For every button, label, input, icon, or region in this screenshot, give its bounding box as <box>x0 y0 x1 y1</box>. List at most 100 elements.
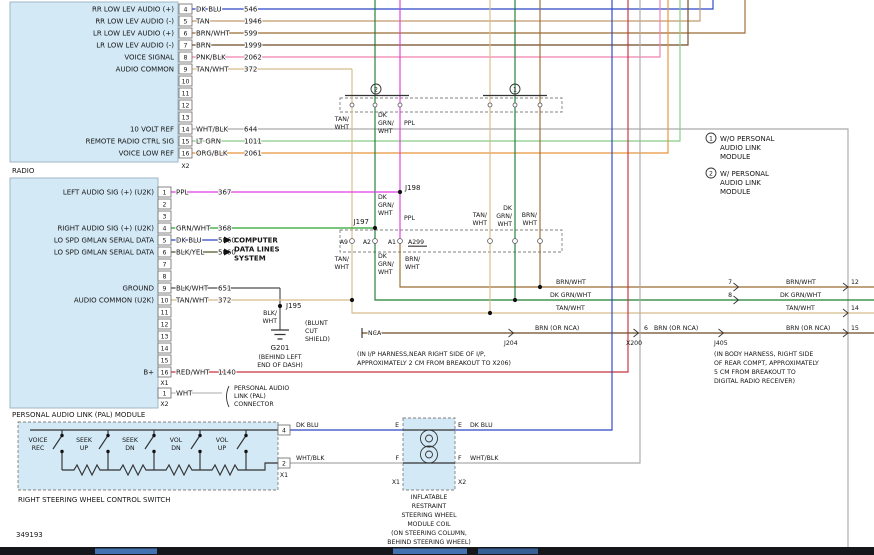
footnote-text: W/ PERSONAL <box>720 170 769 178</box>
wire-color-label: TAN/WHT <box>555 305 585 312</box>
circuit-number: 599 <box>244 29 257 37</box>
footnotes: 1 W/O PERSONAL AUDIO LINK MODULE 2 W/ PE… <box>706 133 775 196</box>
wire-color-label: PPL <box>404 215 415 222</box>
junction-label: J198 <box>404 184 420 192</box>
wire-color-label: DK <box>503 205 513 212</box>
signal-label: 10 VOLT REF <box>130 126 174 134</box>
switch-label: VOL <box>216 437 229 444</box>
harness-note: 5 CM FROM BREAKOUT TO <box>714 369 796 376</box>
pin-number: 9 <box>184 66 188 73</box>
connector-id: X2 <box>181 163 189 170</box>
connector-pin-label: A1 <box>388 239 396 246</box>
steering-switch-box <box>18 422 278 490</box>
wire-color-label: GRN/ <box>378 120 395 127</box>
wire-color-label: GRN/ <box>378 261 395 268</box>
pin-letter: E <box>458 422 462 429</box>
connector-note: PERSONAL AUDIO <box>234 385 289 392</box>
taskbar <box>0 547 874 555</box>
wire-color-label: RED/WHT <box>176 368 210 376</box>
harness-note: OF REAR COMPT, APPROXIMATELY <box>714 360 819 367</box>
signal-label: B+ <box>143 369 154 377</box>
pin-number: 2 <box>163 201 167 208</box>
wire-color-label: BRN (OR NCA) <box>786 325 830 332</box>
wire-brn-1999 <box>192 0 688 45</box>
pin-number: 9 <box>163 285 167 292</box>
coil-module-box <box>403 418 455 490</box>
switch-label: DN <box>125 445 135 452</box>
wire-color-label: LT GRN <box>196 137 221 145</box>
wire-color-label: WHT <box>472 220 487 227</box>
pin-number: 5 <box>163 237 167 244</box>
switch-label: REC <box>32 445 45 452</box>
circuit-number: 368 <box>218 224 231 232</box>
ground-note: (BEHIND LEFT <box>259 354 302 361</box>
pin-number: 11 <box>182 90 190 97</box>
circuit-number: 1999 <box>244 41 262 49</box>
pin-letter: F <box>458 455 462 462</box>
taskbar-item[interactable] <box>478 549 538 555</box>
pin-number: 3 <box>163 213 167 220</box>
wire-color-label: BRN (OR NCA) <box>654 325 698 332</box>
circuit-number: 1946 <box>244 17 262 25</box>
steering-switch-title: RIGHT STEERING WHEEL CONTROL SWITCH <box>18 496 171 504</box>
pin-number: 14 <box>161 345 169 352</box>
junction-label: J405 <box>713 340 728 347</box>
wire-brn-wht-599 <box>192 0 745 33</box>
circuit-number: 1140 <box>218 368 236 376</box>
wire-color-label: DK BLU <box>196 5 222 13</box>
coil-title: STEERING WHEEL <box>401 512 457 519</box>
pin-number: 15 <box>851 325 859 332</box>
switch-label: VOICE <box>28 437 47 444</box>
signal-label: RR LOW LEV AUDIO (-) <box>95 18 174 26</box>
junction-j197 <box>373 226 377 230</box>
wire-org-blk-2061 <box>192 0 668 153</box>
wire-color-label: WHT/BLK <box>470 455 499 462</box>
pin-number: 8 <box>728 292 732 299</box>
taskbar-item[interactable] <box>95 549 157 555</box>
connector-note: CONNECTOR <box>234 401 274 408</box>
connector-id: X1 <box>392 479 400 486</box>
wire-color-label: BRN/ <box>522 212 538 219</box>
wire-color-label: DK BLU <box>470 422 493 429</box>
wire-color-label: WHT <box>405 264 420 271</box>
wire-color-label: GRN/WHT <box>176 224 211 232</box>
pin-number: 8 <box>163 273 167 280</box>
computer-data-lines-text: COMPUTER <box>234 237 278 245</box>
signal-label: VOICE SIGNAL <box>124 54 174 62</box>
junction-label: J197 <box>353 218 369 226</box>
signal-label: VOICE LOW REF <box>119 150 174 158</box>
circled-1-text: 1 <box>709 136 713 143</box>
pin-number: 1 <box>163 390 167 397</box>
wire-color-label: ORG/BLK <box>196 149 228 157</box>
harness-note: (IN I/P HARNESS,NEAR RIGHT SIDE OF I/P, <box>357 351 486 358</box>
taskbar-item[interactable] <box>393 549 467 555</box>
pin-letter: E <box>395 422 399 429</box>
footnote-text: AUDIO LINK <box>720 144 761 152</box>
wire-color-label: TAN/ <box>334 116 350 123</box>
switch-label: UP <box>218 445 227 452</box>
signal-label: GROUND <box>122 285 154 293</box>
wire-color-label: BRN (OR NCA) <box>535 325 579 332</box>
connector-id: A299 <box>408 239 424 246</box>
circuit-number: 372 <box>244 65 257 73</box>
right-wire-rows: BRN/WHT 7 BRN/WHT 12 DK GRN/WHT 8 DK GRN… <box>305 279 859 385</box>
circuit-number: 2062 <box>244 53 262 61</box>
pin-number: 12 <box>161 321 169 328</box>
pin-number: 4 <box>163 225 167 232</box>
footnote-text: MODULE <box>720 153 750 161</box>
connector-pin-label: A9 <box>340 239 348 246</box>
junction-j195 <box>278 304 282 308</box>
connector-pin-label: A2 <box>363 239 371 246</box>
wire-color-label: BRN/WHT <box>786 279 816 286</box>
nca-label: NCA <box>368 330 382 337</box>
wire-color-label: WHT <box>334 124 349 131</box>
wire-color-label: DK GRN/WHT <box>550 292 591 299</box>
switch-label: SEEK <box>122 437 139 444</box>
junction-j198 <box>398 190 402 194</box>
pin-number: 15 <box>161 357 169 364</box>
circled-1-text: 1 <box>513 87 517 94</box>
pin-number: 12 <box>851 279 859 286</box>
coil-title: INFLATABLE <box>411 494 448 501</box>
pin-number: 6 <box>184 30 188 37</box>
pal-block-body <box>10 178 158 408</box>
